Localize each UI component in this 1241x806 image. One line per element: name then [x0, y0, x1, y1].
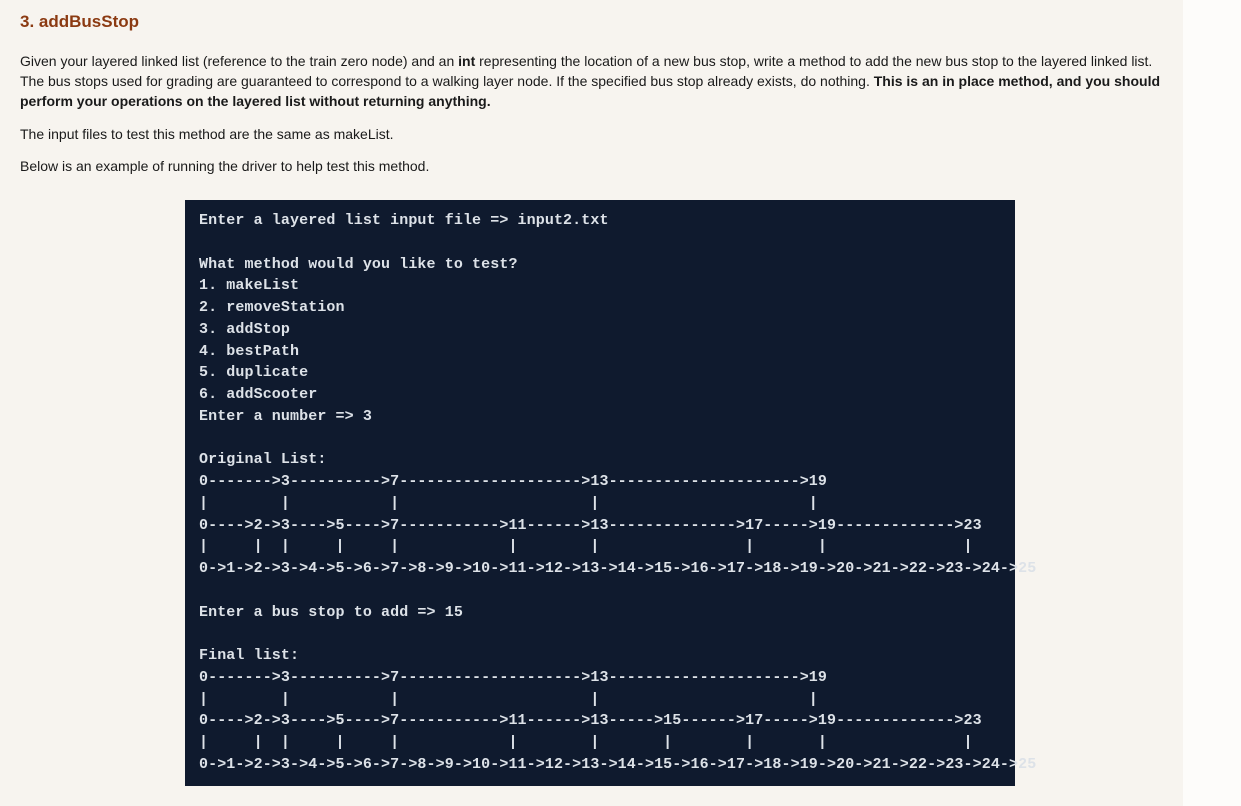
input-files-note: The input files to test this method are … [20, 124, 1180, 144]
intro-bold-int: int [458, 53, 475, 69]
intro-text-1: Given your layered linked list (referenc… [20, 53, 458, 69]
document-content: 3. addBusStop Given your layered linked … [20, 10, 1180, 786]
section-heading: 3. addBusStop [20, 10, 1180, 35]
intro-paragraph: Given your layered linked list (referenc… [20, 51, 1160, 112]
right-gutter [1183, 0, 1241, 806]
terminal-wrap: Enter a layered list input file => input… [20, 200, 1180, 786]
terminal-output: Enter a layered list input file => input… [185, 200, 1015, 786]
example-note: Below is an example of running the drive… [20, 156, 1180, 176]
